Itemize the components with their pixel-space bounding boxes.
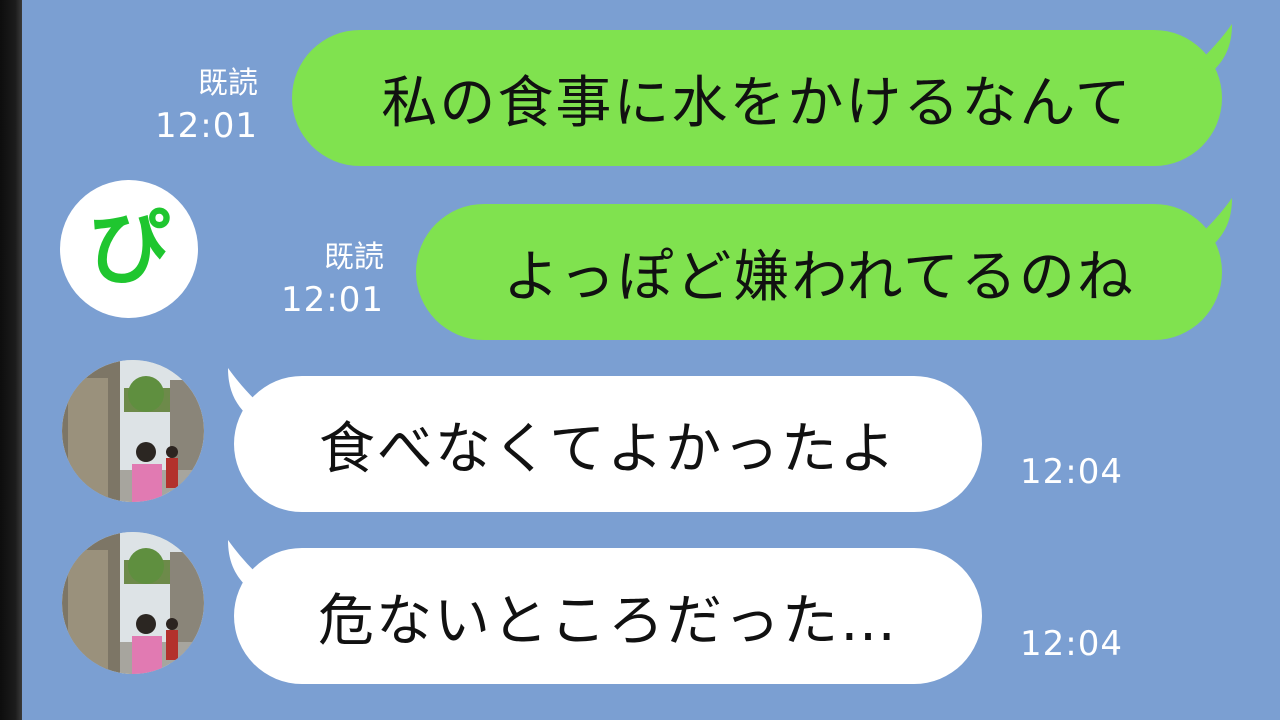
message-meta: 既読 12:01 xyxy=(266,238,384,322)
message-time: 12:04 xyxy=(1020,624,1123,664)
contact-photo-icon xyxy=(62,360,204,502)
bubble-tail xyxy=(1192,198,1232,244)
message-time: 12:04 xyxy=(1020,452,1123,492)
bubble-tail xyxy=(1192,24,1232,70)
contact-photo-icon xyxy=(62,532,204,674)
message-time: 12:01 xyxy=(281,280,384,320)
incoming-message-bubble[interactable]: 危ないところだった… xyxy=(234,548,982,684)
contact-avatar[interactable] xyxy=(62,532,204,674)
message-time: 12:01 xyxy=(155,106,258,146)
message-meta: 既読 12:01 xyxy=(140,64,258,148)
brand-avatar[interactable]: ぴ xyxy=(60,180,198,318)
pi-logo-icon: ぴ xyxy=(88,201,170,296)
outgoing-message-bubble[interactable]: 私の食事に水をかけるなんて xyxy=(292,30,1222,166)
read-receipt: 既読 xyxy=(198,66,258,101)
brand-logo-text: ぴ xyxy=(88,201,170,296)
read-receipt: 既読 xyxy=(324,240,384,275)
incoming-message-bubble[interactable]: 食べなくてよかったよ xyxy=(234,376,982,512)
contact-avatar[interactable] xyxy=(62,360,204,502)
outgoing-message-bubble[interactable]: よっぽど嫌われてるのね xyxy=(416,204,1222,340)
message-text: 危ないところだった… xyxy=(318,588,898,654)
message-text: 私の食事に水をかけるなんて xyxy=(381,70,1133,136)
chat-area[interactable]: 既読 12:01 私の食事に水をかけるなんて ぴ 既読 12:01 よっぽど嫌わ… xyxy=(22,0,1280,720)
phone-bezel xyxy=(0,0,22,720)
message-text: よっぽど嫌われてるのね xyxy=(503,244,1135,310)
message-text: 食べなくてよかったよ xyxy=(318,416,898,482)
